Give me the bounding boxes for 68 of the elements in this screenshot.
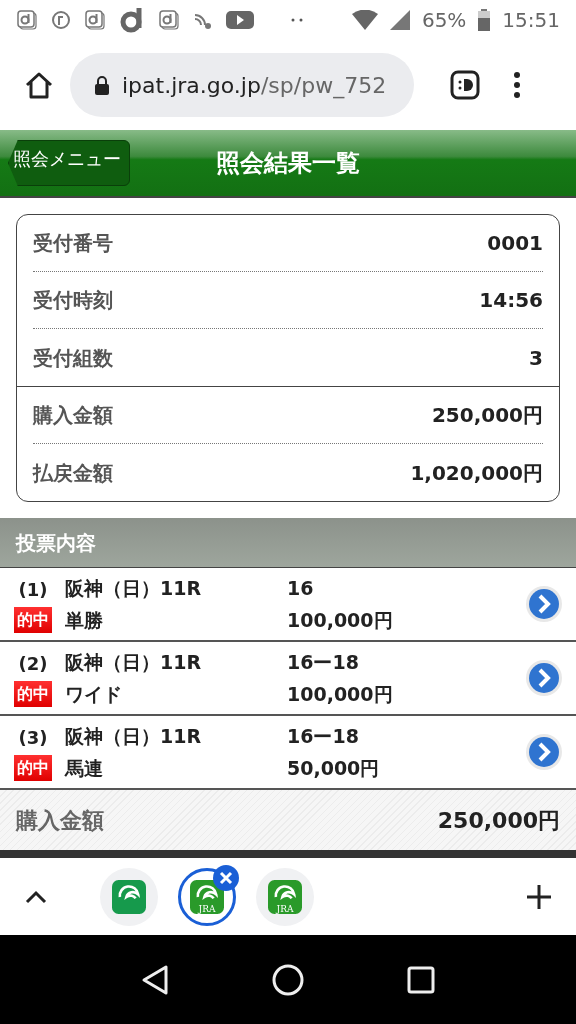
bet-number: (2) [18,651,48,676]
chevron-right-icon[interactable] [525,585,563,623]
horse-logo-icon [112,879,146,914]
logo-text: JRA [196,903,217,914]
field-value: 3 [529,344,543,372]
race-name: 阪神（日）11R [65,723,203,749]
bet-number: (1) [18,577,48,602]
app-notification-icon [16,9,38,31]
bet-amount: 100,000円 [287,682,394,707]
clock: 15:51 [502,7,560,34]
close-icon[interactable] [213,864,239,891]
bet-number: (3) [18,725,48,750]
battery-percent: 65% [421,7,467,34]
bet-type: ワイド [65,682,123,707]
bet-row[interactable]: (2) 的中 阪神（日）11R ワイド 16ー18 100,000円 [0,642,576,716]
section-title: 投票内容 [16,529,96,557]
more-notifications-icon [290,17,304,23]
bet-row[interactable]: (1) 的中 阪神（日）11R 単勝 16 100,000円 [0,568,576,642]
horse-logo-icon [190,879,224,914]
field-value: 0001 [487,230,543,257]
chevron-right-icon[interactable] [525,659,563,697]
wifi-icon [351,10,378,30]
horse-logo-icon [268,879,302,914]
chevron-up-icon[interactable] [24,888,48,905]
hit-badge: 的中 [14,606,52,633]
total-label: 購入金額 [16,806,104,835]
race-name: 阪神（日）11R [65,575,203,601]
back-nav-icon[interactable] [141,963,170,996]
field-value: 250,000円 [431,402,543,429]
more-menu-icon[interactable] [512,70,522,100]
tab-switcher-icon[interactable] [450,70,480,100]
recents-nav-icon[interactable] [406,965,435,994]
total-value: 250,000円 [437,806,560,835]
field-label: 購入金額 [33,402,113,429]
browser-tab[interactable]: JRA [256,867,314,926]
horse-numbers: 16ー18 [287,649,360,675]
field-label: 払戻金額 [33,459,113,487]
url-text: ipat.jra.go.jp/sp/pw_752 [122,71,387,101]
field-label: 受付時刻 [33,287,113,314]
home-nav-icon[interactable] [272,963,304,996]
sync-icon [50,9,72,31]
logo-text: JRA [274,903,295,914]
hit-badge: 的中 [14,680,52,707]
app-notification-icon [84,9,106,31]
bet-amount: 50,000円 [287,756,381,781]
new-tab-icon[interactable] [526,883,552,910]
signal-icon [389,10,410,30]
horse-numbers: 16 [287,575,315,601]
back-button[interactable]: 照会メニュー [8,140,130,186]
bet-type: 馬連 [65,756,104,781]
race-name: 阪神（日）11R [65,649,203,675]
chevron-right-icon[interactable] [525,733,563,771]
battery-icon [478,9,491,31]
field-value: 1,020,000円 [410,459,543,487]
bet-type: 単勝 [65,608,104,633]
bet-amount: 100,000円 [287,608,394,633]
field-value: 14:56 [479,287,543,314]
field-label: 受付組数 [33,344,113,372]
browser-tab[interactable]: JRA [178,867,236,926]
field-label: 受付番号 [33,230,113,257]
horse-numbers: 16ー18 [287,723,360,749]
app-notification-icon [158,9,180,31]
address-bar[interactable]: ipat.jra.go.jp/sp/pw_752 [70,53,414,117]
hit-badge: 的中 [14,754,52,781]
lock-icon [94,75,110,95]
home-icon[interactable] [24,70,54,100]
page-title: 照会結果一覧 [216,148,360,179]
play-icon [226,9,254,31]
